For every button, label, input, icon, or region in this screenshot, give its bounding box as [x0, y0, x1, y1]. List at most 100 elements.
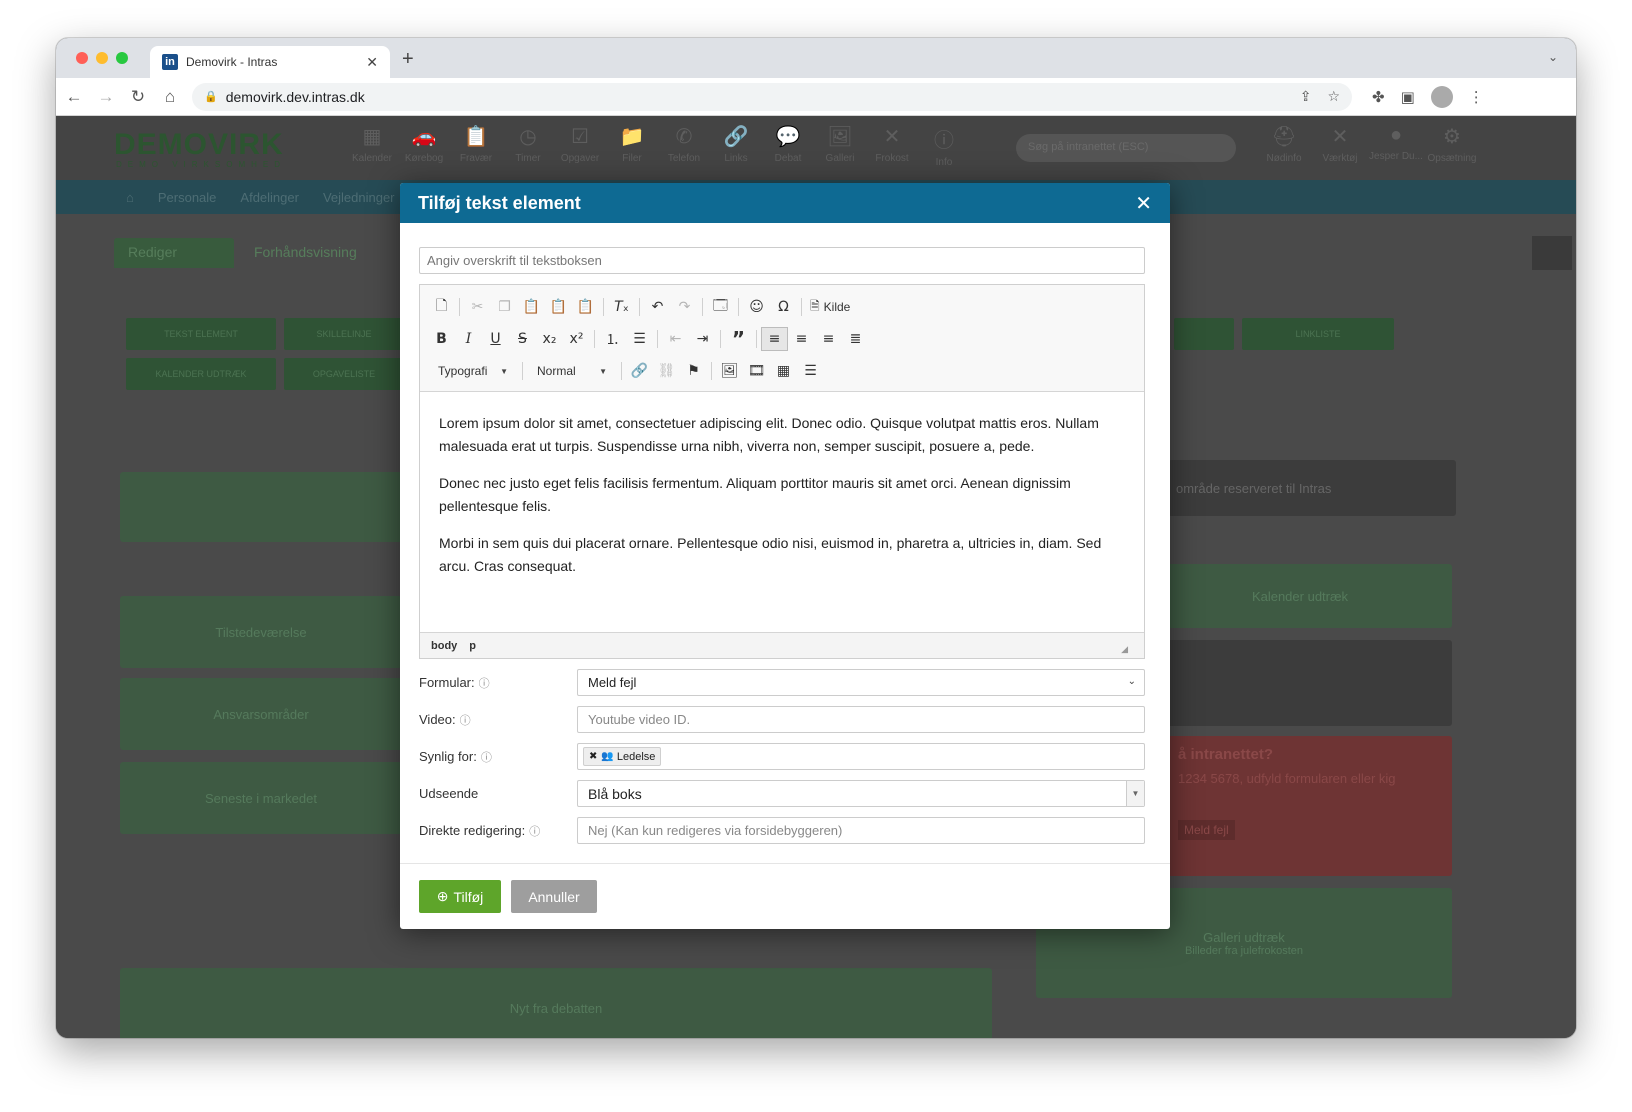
remove-format-icon[interactable]: Tₓ: [608, 295, 635, 319]
new-page-icon[interactable]: 🗋: [428, 295, 455, 319]
nav-item-7[interactable]: 🔗 Links: [710, 124, 762, 168]
heading-input[interactable]: [419, 247, 1145, 274]
address-bar[interactable]: 🔒 demovirk.dev.intras.dk ⇪ ☆: [192, 82, 1352, 111]
widget-presence[interactable]: Tilstedeværelse: [120, 596, 402, 668]
visible-for-multiselect[interactable]: ✖ 👥 Ledelse: [577, 743, 1145, 770]
subscript-icon[interactable]: x₂: [536, 327, 563, 351]
share-icon[interactable]: ⇪: [1300, 88, 1312, 105]
notifications-icon[interactable]: [1532, 236, 1572, 270]
paste-text-icon[interactable]: 📋: [545, 295, 572, 319]
path-body[interactable]: body: [431, 640, 457, 652]
new-tab-icon[interactable]: +: [402, 48, 414, 71]
decrease-indent-icon[interactable]: ⇤: [662, 327, 689, 351]
smiley-icon[interactable]: ☺: [743, 295, 770, 319]
resize-grip-icon[interactable]: ◢: [1121, 644, 1128, 655]
paste-icon[interactable]: 📋: [518, 295, 545, 319]
table-icon[interactable]: ▦: [770, 359, 797, 383]
undo-icon[interactable]: ↶: [644, 295, 671, 319]
nav-right-item-1[interactable]: ✕ Værktøj: [1312, 124, 1368, 164]
nav-item-4[interactable]: ☑ Opgaver: [554, 124, 606, 168]
source-button[interactable]: 🗎 Kilde: [806, 297, 854, 318]
dim-button-right[interactable]: [1174, 318, 1234, 350]
bookmark-star-icon[interactable]: ☆: [1327, 88, 1340, 105]
blockquote-icon[interactable]: ”: [725, 327, 752, 351]
extensions-icon[interactable]: ✤: [1372, 88, 1385, 106]
strikethrough-icon[interactable]: S: [509, 327, 536, 351]
nav-item-9[interactable]: 🖼 Galleri: [814, 124, 866, 168]
nav-right-item-2[interactable]: ● Jesper Du...: [1368, 124, 1424, 164]
nav-item-3[interactable]: ◷ Timer: [502, 124, 554, 168]
task-list-button[interactable]: OPGAVELISTE: [284, 358, 404, 390]
superscript-icon[interactable]: x²: [563, 327, 590, 351]
widget-intranet-help[interactable]: å intranettet? 1234 5678, udfyld formula…: [1168, 736, 1452, 876]
unlink-icon[interactable]: ⛓: [653, 359, 680, 383]
image-icon[interactable]: 🖼: [716, 359, 743, 383]
horizontal-rule-icon[interactable]: ☰: [797, 359, 824, 383]
report-error-button[interactable]: Meld fejl: [1178, 820, 1235, 840]
tab-search-icon[interactable]: ⌄: [1548, 50, 1558, 64]
direct-edit-select[interactable]: Nej (Kan kun redigeres via forsidebygger…: [577, 817, 1145, 844]
format-dropdown[interactable]: Normal ▼: [527, 359, 617, 383]
reload-icon[interactable]: ↻: [124, 87, 152, 107]
subnav-item-vejledninger[interactable]: Vejledninger: [323, 190, 395, 205]
align-center-icon[interactable]: ≡: [788, 327, 815, 351]
underline-icon[interactable]: U: [482, 327, 509, 351]
tab-rediger[interactable]: Rediger: [114, 238, 234, 268]
browser-tab[interactable]: in Demovirk - Intras ✕: [150, 46, 390, 78]
info-icon[interactable]: ⓘ: [481, 749, 492, 765]
link-list-button[interactable]: LINKLISTE: [1242, 318, 1394, 350]
bold-icon[interactable]: B: [428, 327, 455, 351]
info-icon[interactable]: ⓘ: [479, 675, 490, 691]
cancel-button[interactable]: Annuller: [511, 880, 597, 913]
nav-item-1[interactable]: 🚗 Kørebog: [398, 124, 450, 168]
nav-item-2[interactable]: 📋 Fravær: [450, 124, 502, 168]
calendar-extract-button[interactable]: KALENDER UDTRÆK: [126, 358, 276, 390]
nav-item-8[interactable]: 💬 Debat: [762, 124, 814, 168]
numbered-list-icon[interactable]: ⒈: [599, 327, 626, 351]
nav-right-item-0[interactable]: ⛑ Nødinfo: [1256, 124, 1312, 164]
special-char-icon[interactable]: Ω: [770, 295, 797, 319]
preview-icon[interactable]: 🗔: [707, 295, 734, 319]
maximize-window-button[interactable]: [116, 52, 128, 64]
justify-icon[interactable]: ≣: [842, 327, 869, 351]
widget-debate-news[interactable]: Nyt fra debatten: [120, 968, 992, 1038]
italic-icon[interactable]: I: [455, 327, 482, 351]
back-icon[interactable]: ←: [60, 87, 88, 107]
nav-item-5[interactable]: 📁 Filer: [606, 124, 658, 168]
bullet-list-icon[interactable]: ☰: [626, 327, 653, 351]
paste-word-icon[interactable]: 📋: [572, 295, 599, 319]
link-icon[interactable]: 🔗: [626, 359, 653, 383]
appearance-select[interactable]: Blå boks ▼: [577, 780, 1145, 807]
typography-dropdown[interactable]: Typografi ▼: [428, 359, 518, 383]
tab-preview[interactable]: Forhåndsvisning: [240, 238, 390, 268]
modal-close-icon[interactable]: ✕: [1135, 191, 1152, 216]
widget-latest-market[interactable]: Seneste i markedet: [120, 762, 402, 834]
chrome-menu-icon[interactable]: ⋮: [1469, 88, 1484, 106]
nav-right-item-3[interactable]: ⚙ Opsætning: [1424, 124, 1480, 164]
minimize-window-button[interactable]: [96, 52, 108, 64]
widget-responsibilities[interactable]: Ansvarsområder: [120, 678, 402, 750]
align-right-icon[interactable]: ≡: [815, 327, 842, 351]
nav-item-6[interactable]: ✆ Telefon: [658, 124, 710, 168]
home-icon[interactable]: ⌂: [156, 87, 184, 107]
subnav-item-afdelinger[interactable]: Afdelinger: [240, 190, 299, 205]
redo-icon[interactable]: ↷: [671, 295, 698, 319]
divider-button[interactable]: SKILLELINJE: [284, 318, 404, 350]
video-input[interactable]: Youtube video ID.: [577, 706, 1145, 733]
close-window-button[interactable]: [76, 52, 88, 64]
path-p[interactable]: p: [469, 640, 476, 652]
anchor-flag-icon[interactable]: ⚑: [680, 359, 707, 383]
remove-tag-icon[interactable]: ✖: [589, 751, 597, 762]
subnav-home-icon[interactable]: ⌂: [126, 190, 134, 205]
tab-close-icon[interactable]: ✕: [366, 54, 378, 71]
forward-icon[interactable]: →: [92, 87, 120, 107]
formular-select[interactable]: Meld fejl ⌄: [577, 669, 1145, 696]
video-icon[interactable]: 🎞: [743, 359, 770, 383]
copy-icon[interactable]: ❐: [491, 295, 518, 319]
align-left-icon[interactable]: ≡: [761, 327, 788, 351]
subnav-item-personale[interactable]: Personale: [158, 190, 217, 205]
nav-item-11[interactable]: ⓘ Info: [918, 124, 970, 168]
editor-content-area[interactable]: Lorem ipsum dolor sit amet, consectetuer…: [420, 392, 1144, 632]
add-button[interactable]: ⊕ Tilføj: [419, 880, 501, 913]
side-panel-icon[interactable]: ▣: [1401, 88, 1415, 106]
